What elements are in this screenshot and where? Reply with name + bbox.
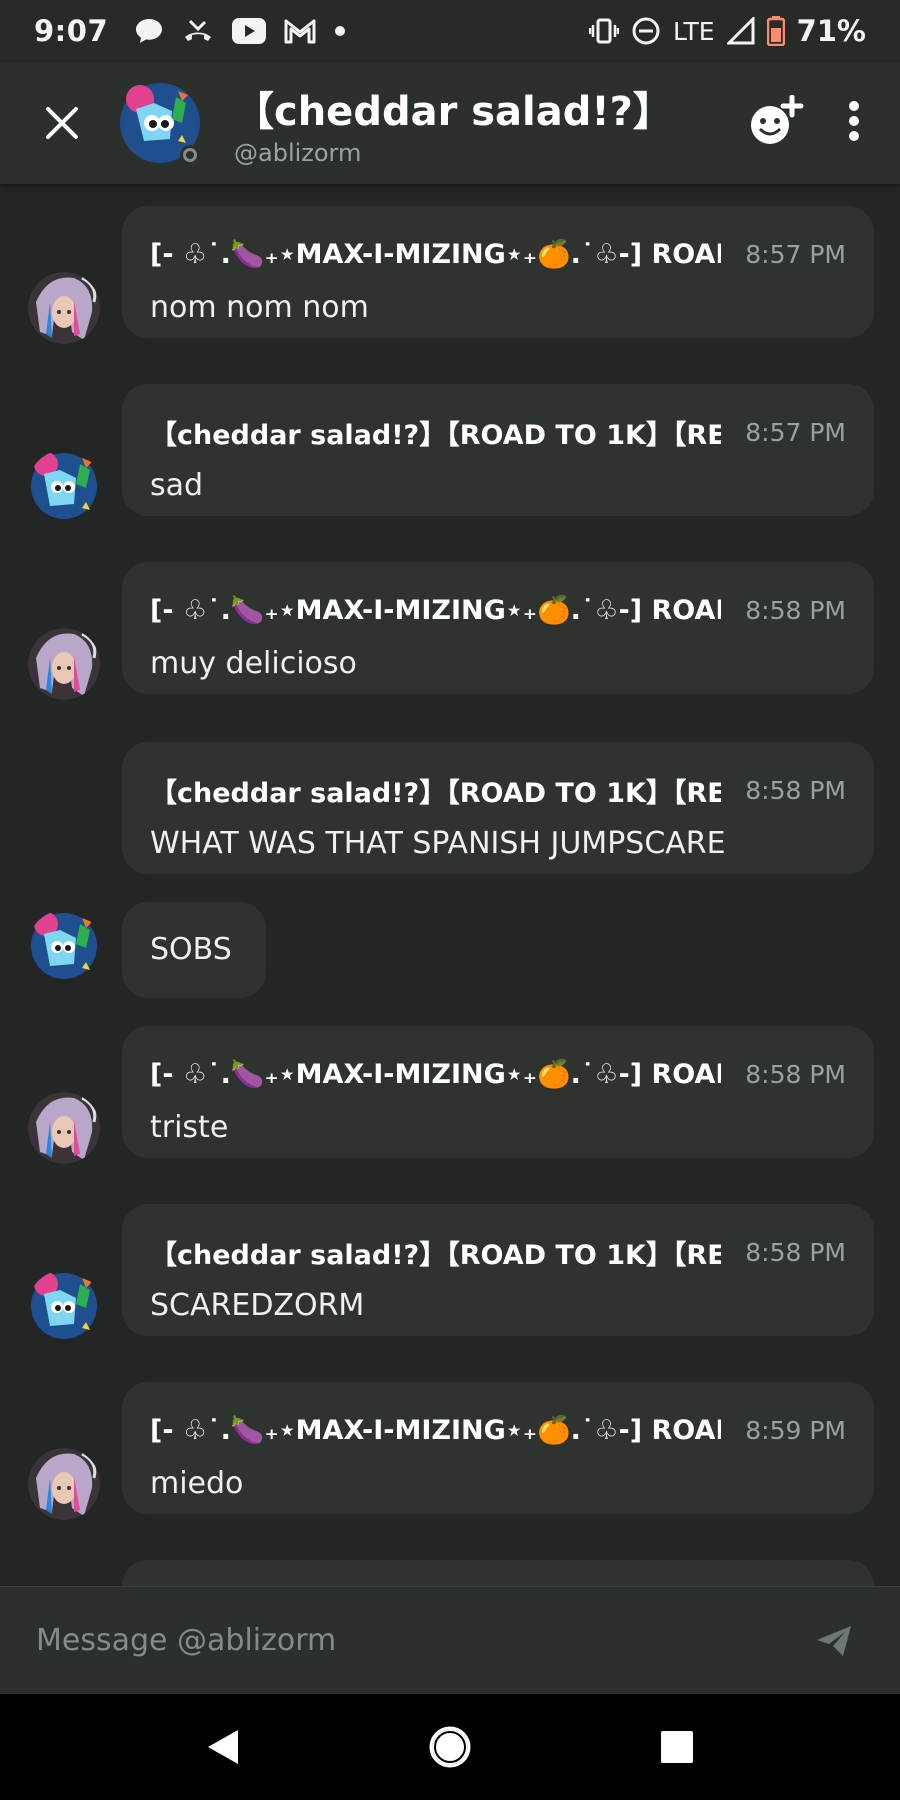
do-not-disturb-icon — [631, 16, 661, 46]
close-button[interactable] — [32, 93, 92, 153]
message-bubble[interactable]: 【cheddar salad!?】【ROAD TO 1K】【REAL】 8:58… — [122, 742, 874, 874]
header-titles: 【cheddar salad!?】 @ablizorm — [234, 79, 673, 167]
dot-icon — [334, 25, 346, 37]
author-avatar[interactable] — [28, 1448, 100, 1520]
send-icon — [817, 1625, 851, 1656]
message-list[interactable]: [- ♧˙.🍆₊⋆MAX-I-MIZING⋆₊🍊.˙♧-] ROAD TO 1K… — [0, 184, 900, 1586]
timestamp: 8:58 PM — [745, 1059, 846, 1089]
author-avatar[interactable] — [28, 1092, 100, 1164]
chat-header: 【cheddar salad!?】 @ablizorm — [0, 62, 900, 184]
author-name[interactable]: [- ♧˙.🍆₊⋆MAX-I-MIZING⋆₊🍊.˙♧-] ROAD TO 1K — [150, 1414, 721, 1446]
header-actions — [748, 94, 860, 151]
timestamp: 8:59 PM — [745, 1415, 846, 1445]
battery-icon — [766, 16, 785, 46]
message-text: nom nom nom — [150, 290, 369, 325]
message-text: WHAT WAS THAT SPANISH JUMPSCARE — [150, 826, 726, 861]
header-username: @ablizorm — [234, 139, 362, 167]
offline-status-icon — [180, 145, 200, 165]
header-avatar[interactable] — [114, 77, 206, 169]
timestamp: 8:58 PM — [745, 775, 846, 805]
more-vertical-icon — [849, 101, 859, 141]
message-bubble[interactable]: 【cheddar salad!?】【ROAD TO 1K】【REAL】 8:58… — [122, 1204, 874, 1336]
message-input[interactable] — [36, 1623, 804, 1658]
message-bubble[interactable]: [- ♧˙.🍆₊⋆MAX-I-MIZING⋆₊🍊.˙♧-] ROAD TO 1K… — [122, 206, 874, 338]
message-composer — [0, 1586, 900, 1694]
message-header: 【cheddar salad!?】【ROAD TO 1K】【REAL】 8:58… — [150, 771, 846, 810]
message-text: triste — [150, 1110, 229, 1145]
message-text: sad — [150, 468, 204, 503]
add-emoji-icon — [751, 94, 804, 144]
message-header: [- ♧˙.🍆₊⋆MAX-I-MIZING⋆₊🍊.˙♧-] ROAD TO 1K… — [150, 1412, 846, 1448]
message-text: miedo — [150, 1466, 244, 1501]
status-time: 9:07 — [34, 14, 109, 48]
chat-bubble-icon — [134, 17, 164, 45]
missed-call-icon — [182, 17, 214, 45]
author-name[interactable]: 【cheddar salad!?】【ROAD TO 1K】【REAL】 — [150, 1233, 721, 1272]
gmail-icon — [284, 18, 316, 44]
author-avatar[interactable] — [28, 272, 100, 344]
page-title: 【cheddar salad!?】 — [234, 89, 673, 135]
message-header: 【cheddar salad!?】【ROAD TO 1K】【REAL】 8:58… — [150, 1233, 846, 1272]
back-button[interactable] — [188, 1712, 258, 1782]
author-avatar[interactable] — [28, 450, 100, 522]
message-bubble[interactable]: [- ♧˙.🍆₊⋆MAX-I-MIZING⋆₊🍊.˙♧-] ROAD TO 1K… — [122, 562, 874, 694]
notification-icons — [134, 17, 346, 45]
timestamp: 8:57 PM — [745, 417, 846, 447]
battery-percent: 71% — [796, 14, 866, 48]
message-bubble[interactable]: [- ♧˙.🍆₊⋆MAX-I-MIZING⋆₊🍊.˙♧-] ROAD TO 1K… — [122, 1026, 874, 1158]
author-name[interactable]: [- ♧˙.🍆₊⋆MAX-I-MIZING⋆₊🍊.˙♧-] ROAD TO 1K — [150, 238, 721, 270]
timestamp: 8:57 PM — [745, 239, 846, 269]
vibrate-icon — [589, 17, 620, 45]
message-bubble[interactable] — [122, 1560, 874, 1586]
message-header: [- ♧˙.🍆₊⋆MAX-I-MIZING⋆₊🍊.˙♧-] ROAD TO 1K… — [150, 236, 846, 272]
add-to-dm-button[interactable] — [748, 94, 804, 151]
author-avatar[interactable] — [28, 1270, 100, 1342]
author-name[interactable]: 【cheddar salad!?】【ROAD TO 1K】【REAL】 — [150, 771, 721, 810]
home-button[interactable] — [415, 1712, 485, 1782]
author-avatar[interactable] — [28, 910, 100, 982]
message-header: [- ♧˙.🍆₊⋆MAX-I-MIZING⋆₊🍊.˙♧-] ROAD TO 1K… — [150, 1056, 846, 1092]
status-bar: 9:07 LTE 71% — [0, 0, 900, 62]
author-name[interactable]: 【cheddar salad!?】【ROAD TO 1K】【REAL】 — [150, 413, 721, 452]
message-text: SCAREDZORM — [150, 1288, 365, 1323]
message-bubble[interactable]: [- ♧˙.🍆₊⋆MAX-I-MIZING⋆₊🍊.˙♧-] ROAD TO 1K… — [122, 1382, 874, 1514]
author-avatar[interactable] — [28, 628, 100, 700]
recents-square-icon — [660, 1731, 693, 1763]
message-text: muy delicioso — [150, 646, 357, 681]
author-name[interactable]: [- ♧˙.🍆₊⋆MAX-I-MIZING⋆₊🍊.˙♧-] ROAD TO 1K — [150, 594, 721, 626]
message-text: SOBS — [150, 932, 232, 967]
close-icon — [46, 107, 78, 139]
timestamp: 8:58 PM — [745, 1237, 846, 1267]
network-label: LTE — [673, 16, 715, 46]
home-circle-icon — [429, 1726, 471, 1768]
message-bubble[interactable]: SOBS — [122, 902, 266, 998]
message-bubble[interactable]: 【cheddar salad!?】【ROAD TO 1K】【REAL】 8:57… — [122, 384, 874, 516]
system-nav-bar — [0, 1694, 900, 1800]
signal-icon — [726, 17, 755, 45]
back-triangle-icon — [208, 1730, 239, 1764]
send-button[interactable] — [804, 1611, 864, 1671]
message-header: [- ♧˙.🍆₊⋆MAX-I-MIZING⋆₊🍊.˙♧-] ROAD TO 1K… — [150, 592, 846, 628]
youtube-icon — [232, 18, 267, 44]
more-options-button[interactable] — [848, 101, 860, 145]
author-name[interactable]: [- ♧˙.🍆₊⋆MAX-I-MIZING⋆₊🍊.˙♧-] ROAD TO 1K — [150, 1058, 721, 1090]
timestamp: 8:58 PM — [745, 595, 846, 625]
recents-button[interactable] — [642, 1712, 712, 1782]
system-icons: LTE 71% — [589, 14, 866, 48]
message-header: 【cheddar salad!?】【ROAD TO 1K】【REAL】 8:57… — [150, 413, 846, 452]
